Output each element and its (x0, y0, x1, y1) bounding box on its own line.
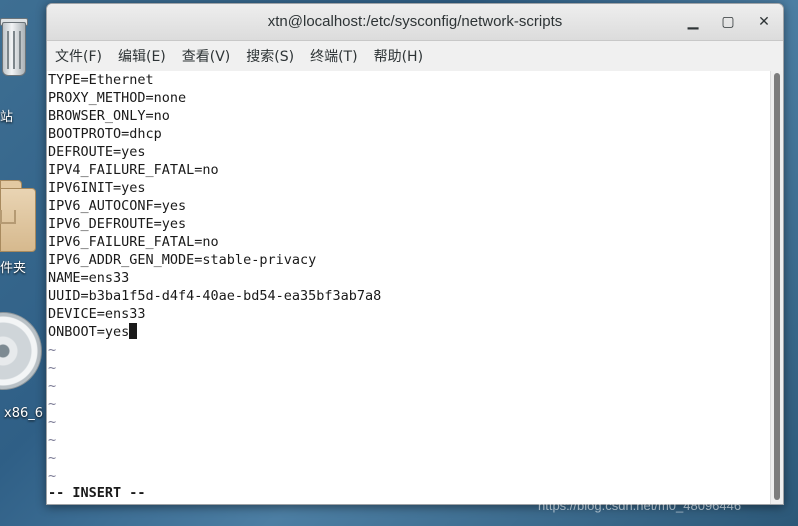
empty-line-marker: ~ (48, 342, 57, 358)
empty-line-markers: ~ ~ ~ ~ ~ ~ ~ ~ (47, 341, 771, 485)
menu-view[interactable]: 查看(V) (182, 46, 231, 66)
vim-mode-indicator: -- INSERT -- (48, 485, 146, 501)
close-button[interactable]: ✕ (754, 12, 774, 32)
editor-line: UUID=b3ba1f5d-d4f4-40ae-bd54-ea35bf3ab7a… (48, 288, 382, 304)
editor-line: PROXY_METHOD=none (48, 90, 187, 106)
menu-terminal[interactable]: 终端(T) (310, 46, 357, 66)
empty-line-marker: ~ (48, 360, 57, 376)
empty-line-marker: ~ (48, 378, 57, 394)
scrollbar[interactable] (770, 71, 783, 504)
menu-bar: 文件(F) 编辑(E) 查看(V) 搜索(S) 终端(T) 帮助(H) (47, 41, 783, 72)
home-folder-label: 件夹 (0, 261, 27, 276)
window-title: xtn@localhost:/etc/sysconfig/network-scr… (267, 13, 563, 30)
minimize-button[interactable]: ▁ (683, 12, 703, 32)
title-bar[interactable]: xtn@localhost:/etc/sysconfig/network-scr… (47, 4, 783, 41)
empty-line-marker: ~ (48, 468, 57, 484)
editor-line-text: ONBOOT=yes (48, 324, 130, 340)
empty-line-marker: ~ (48, 396, 57, 412)
editor-line: IPV6_FAILURE_FATAL=no (48, 234, 219, 250)
editor-line: BROWSER_ONLY=no (48, 108, 170, 124)
home-folder-icon[interactable] (0, 178, 36, 252)
editor-line: IPV6_ADDR_GEN_MODE=stable-privacy (48, 252, 317, 268)
empty-line-marker: ~ (48, 450, 57, 466)
editor-line-cursor: ONBOOT=yes (47, 323, 771, 341)
editor-line: TYPE=Ethernet (48, 72, 154, 88)
editor-line: IPV6_DEFROUTE=yes (48, 216, 187, 232)
empty-line-marker: ~ (48, 414, 57, 430)
watermark: https://blog.csdn.net/m0_48096446 (538, 498, 742, 513)
trash-icon[interactable] (0, 18, 30, 90)
disc-icon[interactable] (0, 312, 42, 404)
editor-line: DEFROUTE=yes (48, 144, 146, 160)
text-cursor (129, 323, 138, 339)
trash-label: 站 (0, 110, 14, 125)
maximize-button[interactable]: ▢ (718, 12, 738, 32)
empty-line-marker: ~ (48, 432, 57, 448)
editor-line: IPV4_FAILURE_FATAL=no (48, 162, 219, 178)
disc-label: x86_6 (4, 406, 44, 421)
editor-line: NAME=ens33 (48, 270, 130, 286)
terminal-window[interactable]: xtn@localhost:/etc/sysconfig/network-scr… (46, 3, 784, 505)
scrollbar-thumb[interactable] (774, 73, 780, 500)
editor-line: DEVICE=ens33 (48, 306, 146, 322)
editor-line: BOOTPROTO=dhcp (48, 126, 162, 142)
menu-search[interactable]: 搜索(S) (246, 46, 294, 66)
menu-help[interactable]: 帮助(H) (374, 46, 423, 66)
menu-edit[interactable]: 编辑(E) (118, 46, 166, 66)
editor-line: IPV6_AUTOCONF=yes (48, 198, 187, 214)
menu-file[interactable]: 文件(F) (55, 46, 102, 66)
editor-line: IPV6INIT=yes (48, 180, 146, 196)
terminal-content[interactable]: TYPE=Ethernet PROXY_METHOD=none BROWSER_… (47, 71, 771, 504)
